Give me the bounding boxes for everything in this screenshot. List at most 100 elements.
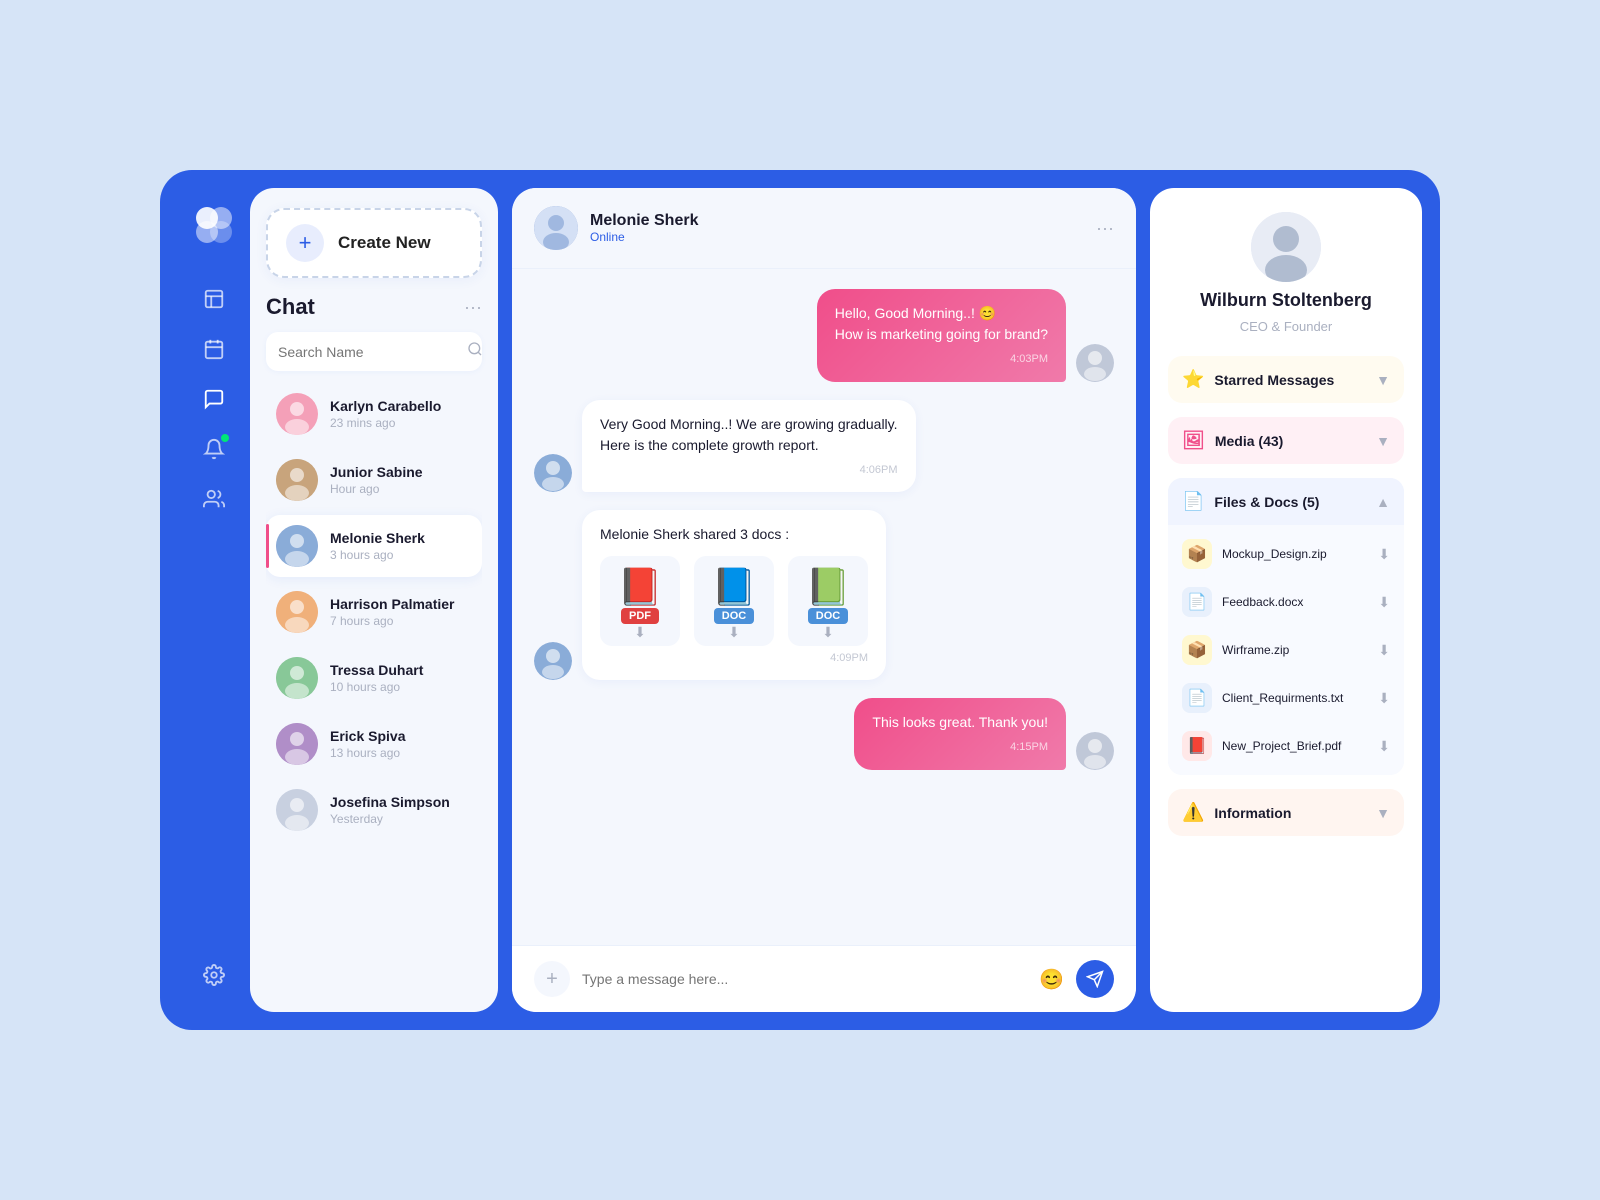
contact-name: Tressa Duhart	[330, 662, 472, 678]
sender-avatar-sm	[534, 454, 572, 492]
chat-options-button[interactable]: ···	[1096, 218, 1114, 239]
contact-avatar	[276, 393, 318, 435]
files-header[interactable]: 📄 Files & Docs (5) ▲	[1168, 478, 1404, 525]
settings-nav-icon[interactable]	[193, 954, 235, 996]
files-chevron-icon: ▲	[1376, 494, 1390, 510]
contact-time: Yesterday	[330, 812, 472, 826]
bell-nav-icon[interactable]	[193, 428, 235, 470]
send-button[interactable]	[1076, 960, 1114, 998]
message-text: Very Good Morning..! We are growing grad…	[600, 414, 898, 456]
chat-topbar-avatar	[534, 206, 578, 250]
contact-info: Erick Spiva 13 hours ago	[330, 728, 472, 760]
contact-item[interactable]: Melonie Sherk 3 hours ago	[266, 515, 482, 577]
create-new-label: Create New	[338, 233, 431, 253]
media-header[interactable]: 🖼 Media (43) ▼	[1168, 417, 1404, 464]
message-row: Melonie Sherk shared 3 docs : 📕 PDF ⬇ 📘 …	[534, 510, 1114, 680]
attach-button[interactable]: +	[534, 961, 570, 997]
file-download-button[interactable]: ⬇	[1378, 738, 1390, 755]
active-indicator	[266, 524, 269, 568]
file-name: Feedback.docx	[1222, 595, 1368, 609]
file-download-button[interactable]: ⬇	[1378, 690, 1390, 707]
media-icon: 🖼	[1182, 430, 1205, 451]
files-label: Files & Docs (5)	[1214, 494, 1319, 510]
contact-info: Harrison Palmatier 7 hours ago	[330, 596, 472, 628]
group-nav-icon[interactable]	[193, 478, 235, 520]
doc2-download[interactable]: ⬇	[822, 624, 834, 641]
contact-time: 3 hours ago	[330, 548, 472, 562]
profile-avatar	[1251, 212, 1321, 282]
contact-item[interactable]: Erick Spiva 13 hours ago	[266, 713, 482, 775]
calendar-nav-icon[interactable]	[193, 328, 235, 370]
msg-time: 4:15PM	[872, 739, 1048, 756]
chat-contact-name: Melonie Sherk	[590, 212, 1096, 230]
emoji-button[interactable]: 😊	[1039, 967, 1064, 992]
contact-info: Karlyn Carabello 23 mins ago	[330, 398, 472, 430]
contact-info: Josefina Simpson Yesterday	[330, 794, 472, 826]
starred-messages-section: ⭐ Starred Messages ▼	[1168, 356, 1404, 403]
files-list: 📦 Mockup_Design.zip ⬇ 📄 Feedback.docx ⬇ …	[1168, 525, 1404, 775]
file-download-button[interactable]: ⬇	[1378, 594, 1390, 611]
message-row: This looks great. Thank you! 4:15PM	[534, 698, 1114, 770]
contact-name: Harrison Palmatier	[330, 596, 472, 612]
contact-name: Karlyn Carabello	[330, 398, 472, 414]
msg-time: 4:03PM	[835, 351, 1048, 368]
search-input[interactable]	[278, 344, 459, 360]
sender-avatar-sm	[1076, 732, 1114, 770]
search-box[interactable]	[266, 332, 482, 371]
file-icon: 📦	[1182, 635, 1212, 665]
file-icon: 📄	[1182, 587, 1212, 617]
contact-item[interactable]: Harrison Palmatier 7 hours ago	[266, 581, 482, 643]
doc1-icon: 📘	[712, 566, 757, 608]
info-chevron-icon: ▼	[1376, 805, 1390, 821]
doc-item-pdf: 📕 PDF ⬇	[600, 556, 680, 646]
file-row: 📦 Mockup_Design.zip ⬇	[1178, 533, 1394, 575]
profile-role: CEO & Founder	[1240, 319, 1333, 334]
pdf-download[interactable]: ⬇	[634, 624, 646, 641]
contact-item[interactable]: Tressa Duhart 10 hours ago	[266, 647, 482, 709]
sender-avatar-sm	[534, 642, 572, 680]
message-input[interactable]	[582, 971, 1027, 987]
file-download-button[interactable]: ⬇	[1378, 546, 1390, 563]
contact-list: Karlyn Carabello 23 mins ago Junior Sabi…	[266, 383, 482, 841]
contact-avatar	[276, 789, 318, 831]
shared-docs-bubble: Melonie Sherk shared 3 docs : 📕 PDF ⬇ 📘 …	[582, 510, 886, 680]
contact-item[interactable]: Karlyn Carabello 23 mins ago	[266, 383, 482, 445]
contact-avatar	[276, 459, 318, 501]
main-content: + Create New Chat ··· Karlyn Carabello 2…	[250, 188, 1422, 1012]
starred-messages-header[interactable]: ⭐ Starred Messages ▼	[1168, 356, 1404, 403]
media-label: Media (43)	[1215, 433, 1283, 449]
media-section: 🖼 Media (43) ▼	[1168, 417, 1404, 464]
chat-menu-button[interactable]: ···	[464, 297, 482, 318]
contact-time: Hour ago	[330, 482, 472, 496]
chat-section-title: Chat	[266, 294, 315, 320]
file-icon: 📄	[1182, 683, 1212, 713]
app-frame: + Create New Chat ··· Karlyn Carabello 2…	[160, 170, 1440, 1030]
contact-time: 7 hours ago	[330, 614, 472, 628]
msg-time: 4:06PM	[600, 462, 898, 479]
doc1-download[interactable]: ⬇	[728, 624, 740, 641]
file-name: New_Project_Brief.pdf	[1222, 739, 1368, 753]
msg-time: 4:09PM	[600, 652, 868, 664]
message-row: Hello, Good Morning..! 😊How is marketing…	[534, 289, 1114, 382]
message-text: Hello, Good Morning..! 😊How is marketing…	[835, 303, 1048, 345]
chat-panel: Melonie Sherk Online ··· Hello, Good Mor…	[512, 188, 1136, 1012]
doc2-icon: 📗	[806, 566, 851, 608]
information-header[interactable]: ⚠️ Information ▼	[1168, 789, 1404, 836]
file-name: Mockup_Design.zip	[1222, 547, 1368, 561]
chat-nav-icon[interactable]	[193, 378, 235, 420]
file-download-button[interactable]: ⬇	[1378, 642, 1390, 659]
file-name: Wirframe.zip	[1222, 643, 1368, 657]
received-message-bubble: Very Good Morning..! We are growing grad…	[582, 400, 916, 493]
sidebar	[178, 188, 250, 1012]
right-panel: Wilburn Stoltenberg CEO & Founder ⭐ Star…	[1150, 188, 1422, 1012]
contact-item[interactable]: Junior Sabine Hour ago	[266, 449, 482, 511]
document-nav-icon[interactable]	[193, 278, 235, 320]
contact-avatar	[276, 657, 318, 699]
contact-item[interactable]: Josefina Simpson Yesterday	[266, 779, 482, 841]
create-new-button[interactable]: + Create New	[266, 208, 482, 278]
media-chevron-icon: ▼	[1376, 433, 1390, 449]
star-icon: ⭐	[1182, 369, 1204, 390]
sent-message-bubble: Hello, Good Morning..! 😊How is marketing…	[817, 289, 1066, 382]
files-section: 📄 Files & Docs (5) ▲ 📦 Mockup_Design.zip…	[1168, 478, 1404, 775]
contact-avatar	[276, 525, 318, 567]
